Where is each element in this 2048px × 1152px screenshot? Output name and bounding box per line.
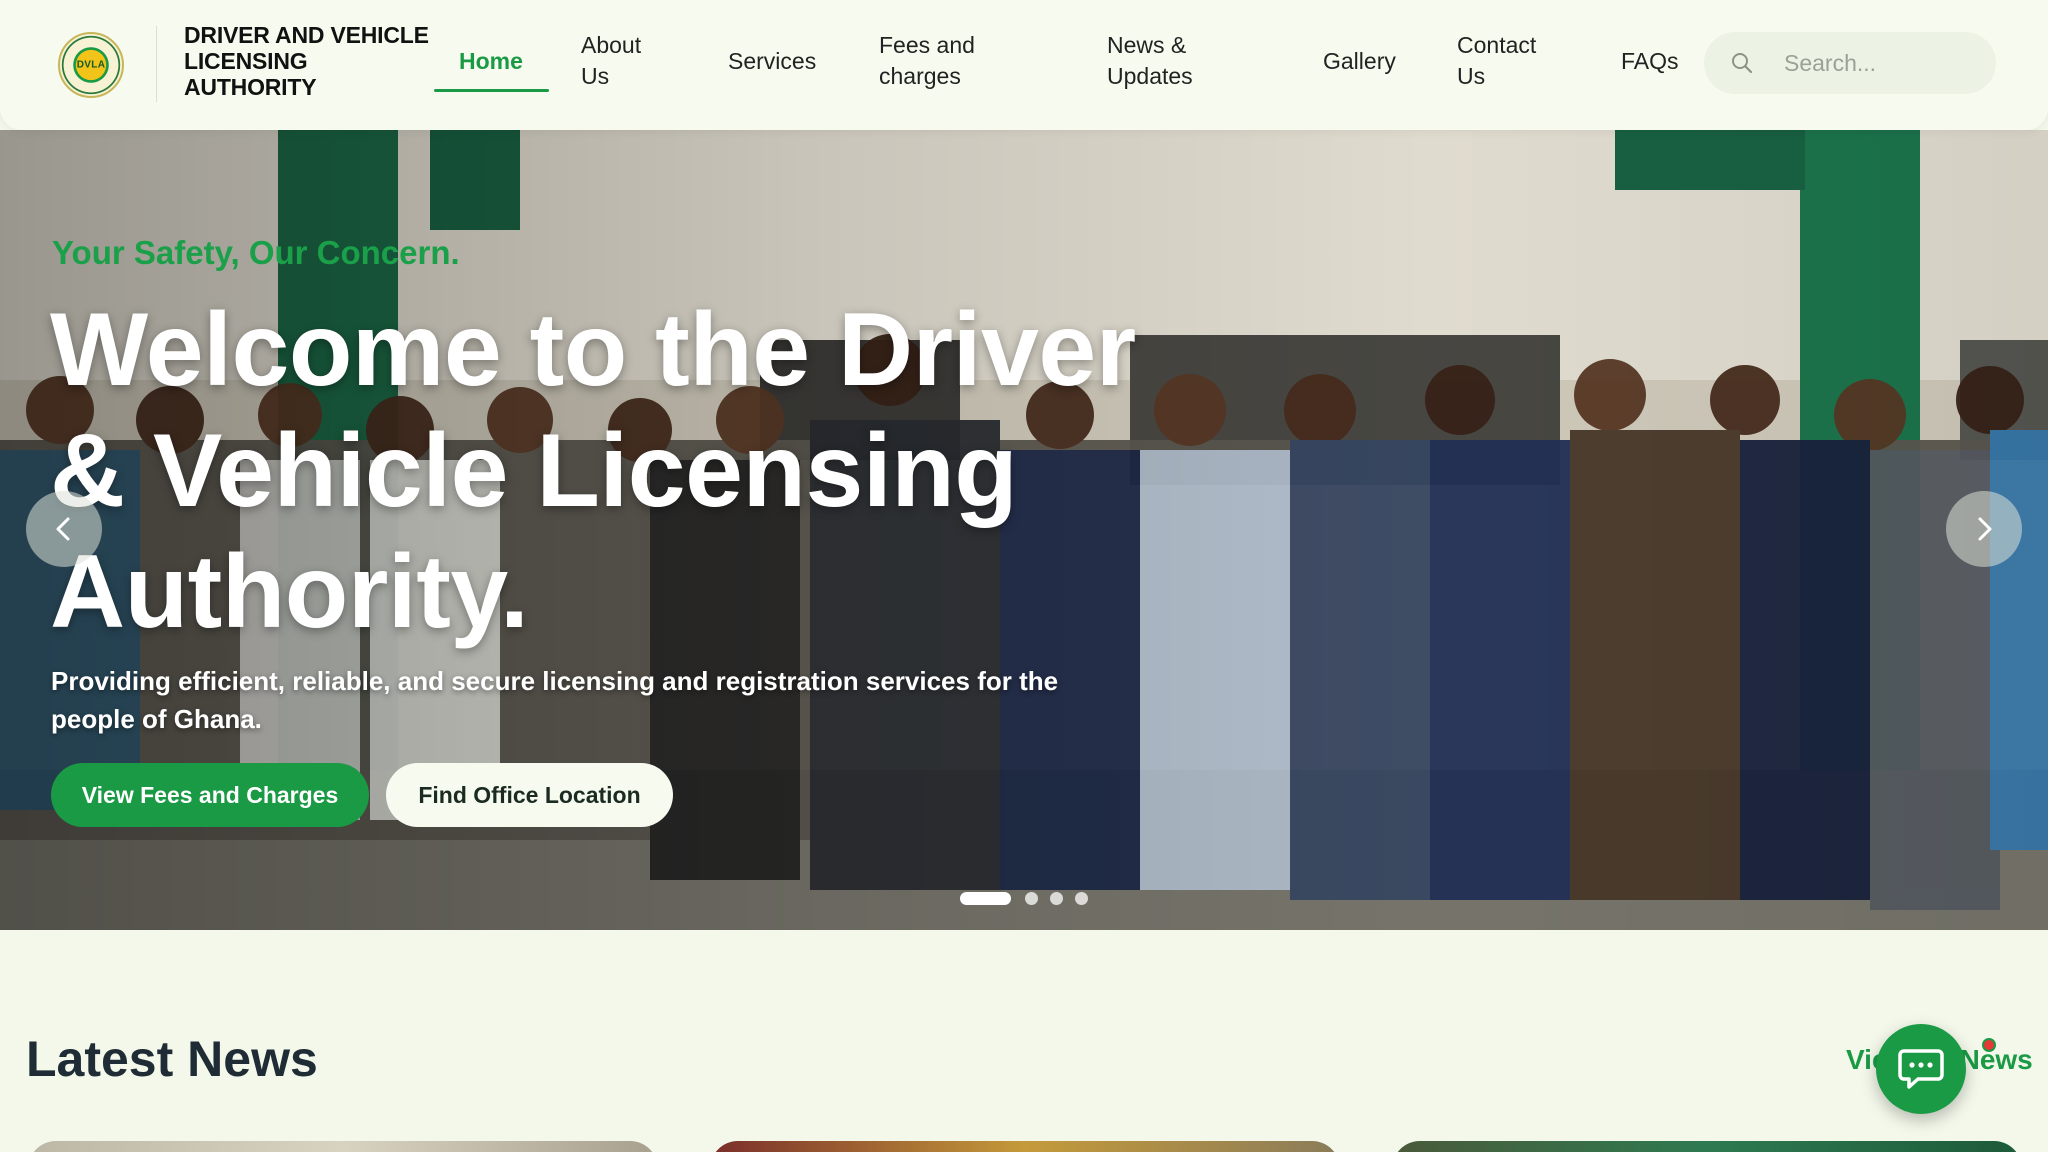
- brand-name[interactable]: DRIVER AND VEHICLE LICENSING AUTHORITY: [184, 22, 444, 100]
- search-icon: [1732, 53, 1753, 74]
- view-fees-button[interactable]: View Fees and Charges: [51, 763, 369, 827]
- hero-subtitle: Providing efficient, reliable, and secur…: [51, 666, 1059, 734]
- nav-services[interactable]: Services: [728, 46, 838, 77]
- dvla-logo[interactable]: DVLA: [58, 32, 124, 98]
- hero-title: Welcome to the Driver & Vehicle Licensin…: [50, 292, 1136, 650]
- news-card-3[interactable]: [1392, 1141, 2022, 1152]
- hero-carousel: Your Safety, Our Concern. Welcome to the…: [0, 130, 2048, 930]
- logo-text: DVLA: [76, 59, 106, 71]
- logo-divider: [156, 26, 157, 102]
- find-office-button[interactable]: Find Office Location: [386, 763, 673, 827]
- brand-line-2: LICENSING: [184, 48, 308, 74]
- chat-icon: [1898, 1049, 1944, 1089]
- site-header: DVLA DRIVER AND VEHICLE LICENSING AUTHOR…: [0, 0, 2048, 130]
- carousel-dot-2[interactable]: [1025, 892, 1038, 905]
- latest-news-heading: Latest News: [26, 1031, 318, 1087]
- carousel-dot-1[interactable]: [960, 892, 1011, 905]
- news-card-2[interactable]: [710, 1141, 1340, 1152]
- carousel-dot-4[interactable]: [1075, 892, 1088, 905]
- chat-notification-badge: [1982, 1038, 1996, 1052]
- chevron-left-icon: [56, 517, 70, 541]
- nav-home[interactable]: Home: [459, 46, 539, 77]
- hero-tagline: Your Safety, Our Concern.: [52, 234, 460, 271]
- nav-faqs[interactable]: FAQs: [1621, 46, 1691, 77]
- search-box[interactable]: [1704, 32, 1996, 94]
- nav-fees-and-charges[interactable]: Fees and charges: [879, 30, 1009, 92]
- news-card-1[interactable]: [28, 1141, 658, 1152]
- nav-active-underline: [434, 89, 549, 92]
- carousel-next-button[interactable]: [1946, 491, 2022, 567]
- carousel-dot-3[interactable]: [1050, 892, 1063, 905]
- brand-line-1: DRIVER AND VEHICLE: [184, 22, 429, 48]
- chat-button[interactable]: [1876, 1024, 1966, 1114]
- nav-contact-us[interactable]: Contact Us: [1457, 30, 1557, 92]
- search-input[interactable]: [1784, 44, 1984, 82]
- nav-about-us[interactable]: About Us: [581, 30, 671, 92]
- carousel-prev-button[interactable]: [26, 491, 102, 567]
- nav-gallery[interactable]: Gallery: [1323, 46, 1423, 77]
- nav-news-updates[interactable]: News & Updates: [1107, 30, 1217, 92]
- brand-line-3: AUTHORITY: [184, 74, 317, 100]
- chevron-right-icon: [1978, 517, 1992, 541]
